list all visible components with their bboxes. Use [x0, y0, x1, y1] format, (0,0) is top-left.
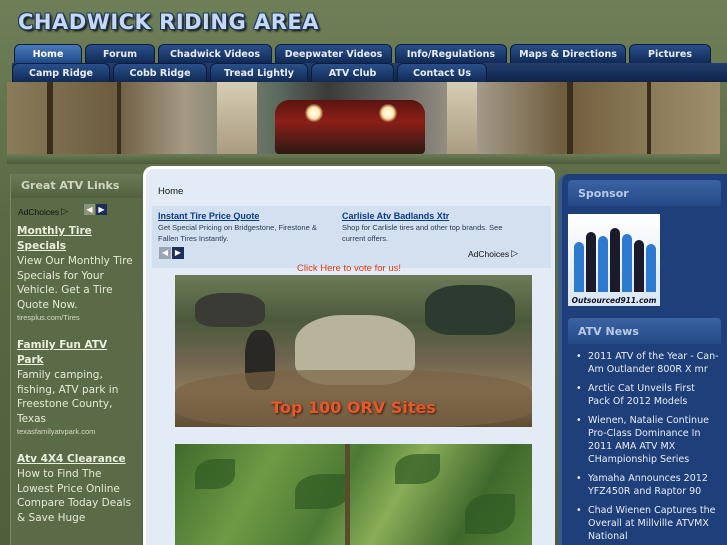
nav-tab-tread-lightly[interactable]: Tread Lightly — [210, 63, 308, 82]
left-ad-url[interactable]: tiresplus.com/Tires — [17, 312, 136, 324]
left-sidebar: Great ATV Links AdChoices ▷ ◀ ▶ Monthly … — [10, 174, 142, 545]
main-ad-desc: Shop for Carlisle tires and other top br… — [342, 223, 503, 243]
left-ad-pager: ◀ ▶ — [84, 204, 107, 215]
adchoices-link[interactable]: AdChoices ▷ — [468, 248, 518, 259]
left-ad-title[interactable]: Family Fun ATV Park — [17, 338, 136, 368]
news-item[interactable]: Yamaha Announces 2012 YFZ450R and Raptor… — [576, 472, 719, 498]
photo-leaf-shape — [395, 454, 440, 484]
banner-atv — [275, 100, 425, 154]
nav-tab-cobb-ridge[interactable]: Cobb Ridge — [113, 63, 207, 82]
left-ad-desc: Family camping, fishing, ATV park in Fre… — [17, 369, 119, 425]
sponsor-figure — [622, 234, 632, 292]
nav-tab-contact-us[interactable]: Contact Us — [397, 63, 487, 82]
banner-headlight — [305, 104, 323, 122]
adchoices-link[interactable]: AdChoices ▷ — [18, 206, 142, 217]
sponsor-figure — [598, 236, 608, 292]
atv-news-heading: ATV News — [568, 318, 721, 344]
left-ad-item[interactable]: Atv 4X4 Clearance How to Find The Lowest … — [17, 452, 136, 525]
banner-tree — [47, 82, 53, 154]
header-divider — [7, 154, 720, 164]
news-item[interactable]: 2011 ATV of the Year - Can-Am Outlander … — [576, 350, 719, 376]
nav-tab-info-regulations[interactable]: Info/Regulations — [395, 44, 507, 63]
nav-tab-atv-club[interactable]: ATV Club — [311, 63, 394, 82]
nav-tab-maps-directions[interactable]: Maps & Directions — [510, 44, 626, 63]
main-ad-title[interactable]: Instant Tire Price Quote — [158, 211, 338, 221]
photo-leaf-shape — [195, 459, 235, 489]
nav-tab-home[interactable]: Home — [14, 44, 82, 63]
sponsor-figure — [586, 232, 596, 292]
banner-headlight — [379, 104, 397, 122]
nav-tab-camp-ridge[interactable]: Camp Ridge — [12, 63, 110, 82]
adchoices-icon: ▷ — [61, 206, 69, 216]
banner-tree — [117, 82, 121, 154]
site-title[interactable]: CHADWICK RIDING AREA — [18, 10, 319, 34]
left-adchoices-bar: AdChoices ▷ — [11, 198, 142, 220]
left-ad-title[interactable]: Atv 4X4 Clearance — [17, 452, 136, 467]
trail-photo[interactable] — [175, 444, 532, 545]
header-banner-image — [7, 82, 720, 154]
left-ad-item[interactable]: Family Fun ATV Park Family camping, fishi… — [17, 338, 136, 438]
sponsor-figure — [574, 242, 584, 292]
photo-atv-shape — [195, 293, 265, 327]
news-item[interactable]: Arctic Cat Unveils First Pack Of 2012 Mo… — [576, 382, 719, 408]
sponsor-caption: Outsourced911.com — [571, 296, 657, 305]
orv-sites-photo[interactable]: Top 100 ORV Sites — [175, 275, 532, 427]
left-ad-desc: View Our Monthly Tire Specials for Your … — [17, 255, 133, 311]
photo-leaf-shape — [465, 494, 515, 534]
left-ad-title[interactable]: Monthly Tire Specials — [17, 224, 136, 254]
atv-news-list: 2011 ATV of the Year - Can-Am Outlander … — [562, 344, 727, 543]
sponsor-figure — [610, 228, 620, 292]
adchoices-label: AdChoices — [468, 248, 510, 259]
sponsor-heading: Sponsor — [568, 180, 721, 206]
photo-leaf-shape — [295, 474, 350, 509]
left-ad-url[interactable]: texasfamilyatvpark.com — [17, 426, 136, 438]
news-item[interactable]: Chad Wienen Captures the Overall at Mill… — [576, 504, 719, 543]
nav-tab-chadwick-videos[interactable]: Chadwick Videos — [158, 44, 272, 63]
nav-tab-pictures[interactable]: Pictures — [629, 44, 711, 63]
secondary-nav: Camp Ridge Cobb Ridge Tread Lightly ATV Clu… — [12, 63, 487, 82]
next-arrow-icon[interactable]: ▶ — [172, 247, 184, 259]
prev-arrow-icon[interactable]: ◀ — [84, 204, 95, 215]
banner-wood-plank — [447, 82, 477, 154]
prev-arrow-icon[interactable]: ◀ — [159, 247, 171, 259]
left-ad-desc: How to Find The Lowest Price Online Comp… — [17, 468, 132, 524]
adchoices-label: AdChoices — [18, 206, 60, 217]
vote-link[interactable]: Click Here to vote for us! — [146, 263, 552, 274]
main-ad-title[interactable]: Carlisle Atv Badlands Xtr — [342, 211, 522, 221]
primary-nav: Home Forum Chadwick Videos Deepwater Videos… — [14, 44, 711, 63]
breadcrumb[interactable]: Home — [158, 186, 183, 197]
banner-wood-plank — [217, 82, 257, 154]
photo-trunk-shape — [345, 444, 350, 545]
sponsor-figure — [646, 244, 656, 292]
main-ad-desc: Get Special Pricing on Bridgestone, Fire… — [158, 223, 317, 243]
news-item[interactable]: Wienen, Natalie Continue Pro-Class Domin… — [576, 414, 719, 466]
photo-atv-shape — [425, 285, 515, 335]
nav-tab-deepwater-videos[interactable]: Deepwater Videos — [275, 44, 392, 63]
adchoices-icon: ▷ — [511, 248, 519, 258]
banner-tree — [567, 82, 573, 154]
main-ad-pager: ◀ ▶ — [159, 247, 184, 259]
main-ad-unit[interactable]: Carlisle Atv Badlands Xtr Shop for Carli… — [342, 211, 522, 244]
main-content: Home Instant Tire Price Quote Get Specia… — [143, 166, 555, 545]
sponsor-banner-image[interactable]: Outsourced911.com — [568, 214, 660, 306]
main-ad-block: Instant Tire Price Quote Get Special Pri… — [152, 206, 551, 268]
left-ad-list: Monthly Tire Specials View Our Monthly Ti… — [11, 220, 142, 525]
main-ad-unit[interactable]: Instant Tire Price Quote Get Special Pri… — [158, 211, 338, 244]
nav-tab-forum[interactable]: Forum — [85, 44, 155, 63]
left-sidebar-heading: Great ATV Links — [11, 174, 142, 198]
sponsor-figure — [634, 240, 644, 292]
right-sidebar: Sponsor Outsourced911.com ATV News 2011 … — [558, 174, 727, 545]
next-arrow-icon[interactable]: ▶ — [96, 204, 107, 215]
photo-caption: Top 100 ORV Sites — [271, 398, 436, 417]
left-ad-item[interactable]: Monthly Tire Specials View Our Monthly Ti… — [17, 224, 136, 324]
page: CHADWICK RIDING AREA Home Forum Chadwick V… — [0, 0, 727, 545]
banner-tree — [647, 82, 651, 154]
